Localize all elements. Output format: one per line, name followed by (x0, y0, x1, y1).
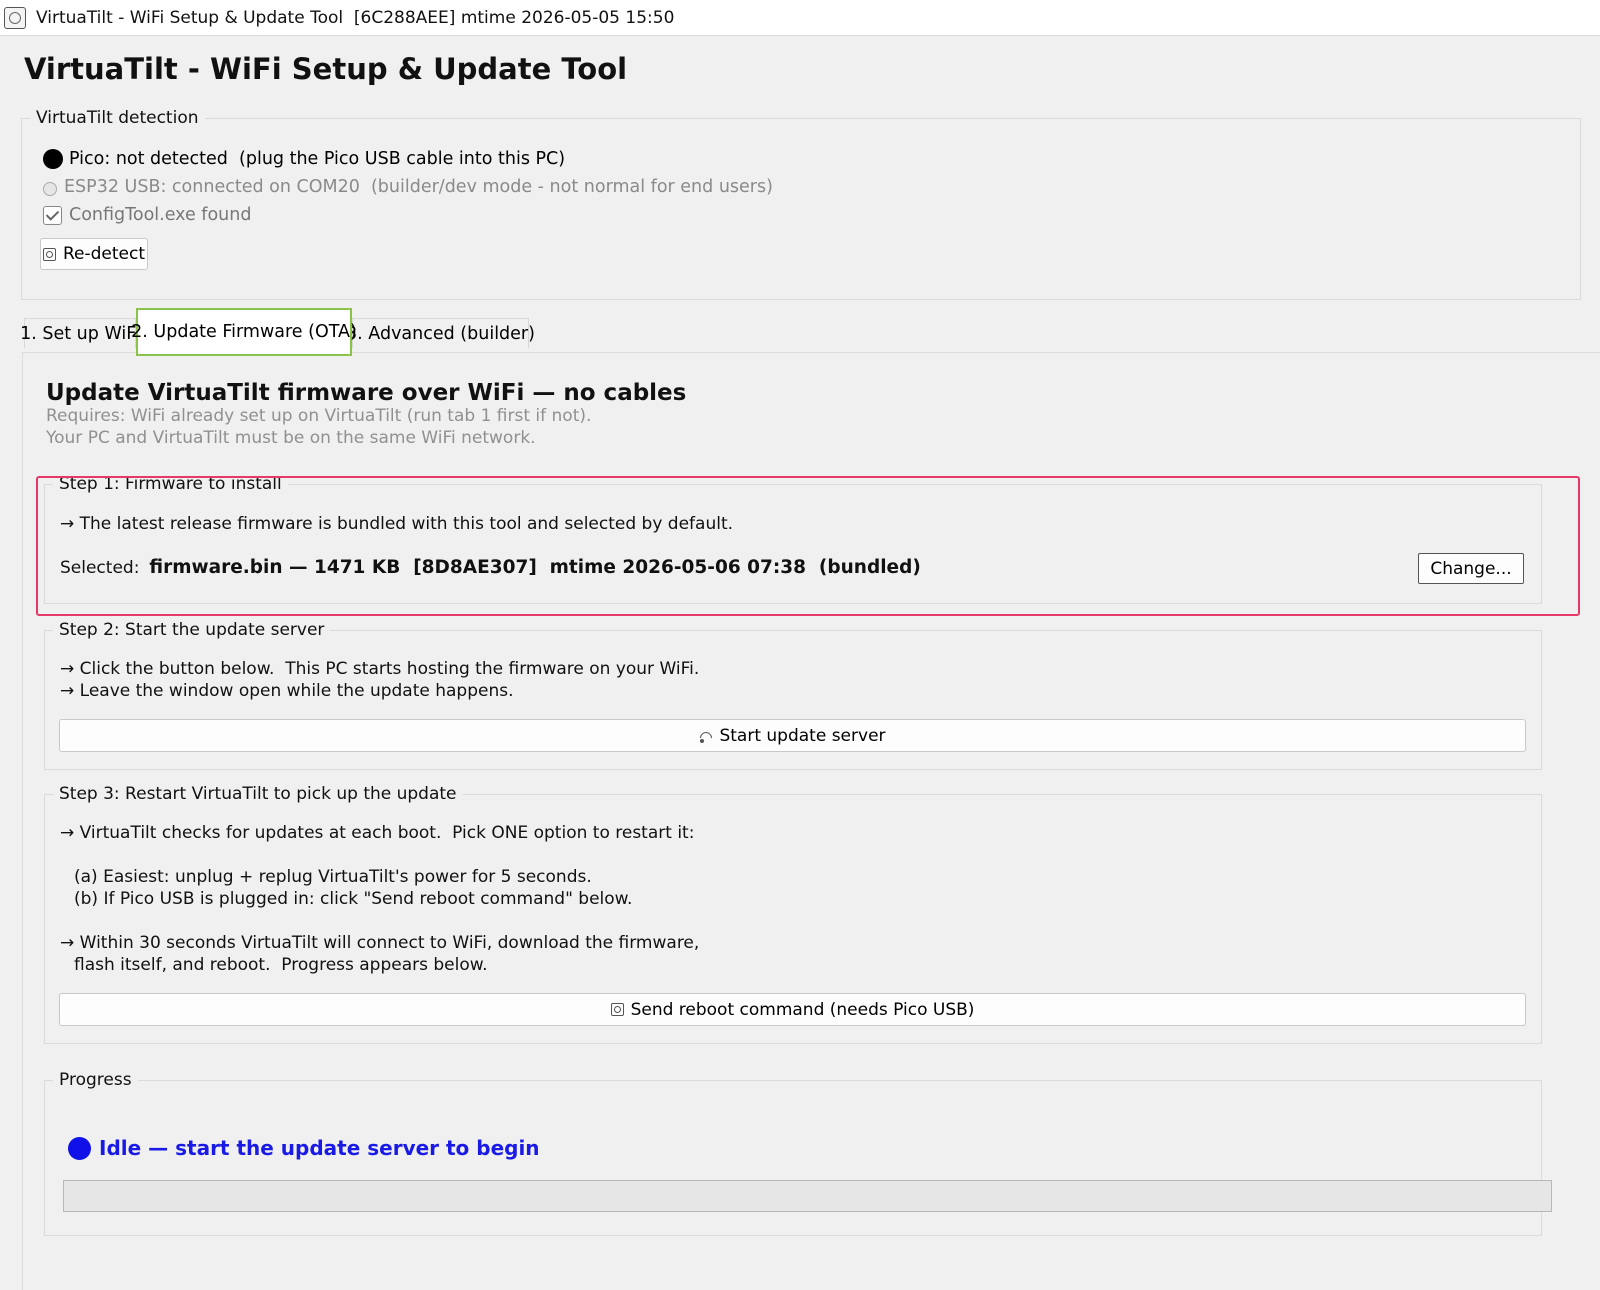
start-update-server-button[interactable]: Start update server (59, 719, 1526, 752)
pico-status-dot-icon (43, 149, 63, 169)
pico-status-row: Pico: not detected (plug the Pico USB ca… (43, 149, 565, 169)
tab-setup-wifi-label: 1. Set up WiFi (20, 323, 140, 344)
requires-line-1: Requires: WiFi already set up on VirtuaT… (46, 406, 592, 426)
tab-update-firmware-label: 2. Update Firmware (OTA) (131, 322, 357, 342)
step3-option-b: (b) If Pico USB is plugged in: click "Se… (74, 889, 633, 909)
esp32-status-dot-icon (43, 182, 57, 196)
step3-line-2: → Within 30 seconds VirtuaTilt will conn… (60, 933, 700, 953)
step3-legend: Step 3: Restart VirtuaTilt to pick up th… (59, 784, 457, 804)
app-icon (4, 6, 26, 29)
progress-status: Idle — start the update server to begin (68, 1136, 540, 1160)
step3-option-a: (a) Easiest: unplug + replug VirtuaTilt'… (74, 867, 592, 887)
checkbox-checked-icon (43, 205, 62, 225)
requires-line-2: Your PC and VirtuaTilt must be on the sa… (46, 428, 536, 448)
tab-advanced[interactable]: 3. Advanced (builder) (346, 318, 535, 348)
tab-update-firmware[interactable]: 2. Update Firmware (OTA) (131, 308, 357, 356)
reboot-icon (610, 1003, 624, 1016)
start-update-server-label: Start update server (719, 725, 886, 746)
step2-legend: Step 2: Start the update server (59, 620, 325, 640)
window-title: VirtuaTilt - WiFi Setup & Update Tool [6… (36, 7, 675, 28)
detection-group: VirtuaTilt detection (21, 108, 1581, 300)
progress-bar (63, 1180, 1552, 1212)
step3-line-1: → VirtuaTilt checks for updates at each … (60, 823, 695, 843)
status-dot-icon (68, 1136, 91, 1160)
detection-legend: VirtuaTilt detection (36, 108, 199, 128)
esp32-status-row: ESP32 USB: connected on COM20 (builder/d… (43, 177, 773, 197)
esp32-status-text: ESP32 USB: connected on COM20 (builder/d… (64, 177, 773, 197)
tab-advanced-label: 3. Advanced (builder) (346, 323, 535, 344)
progress-status-text: Idle — start the update server to begin (99, 1136, 540, 1160)
step2-line-1: → Click the button below. This PC starts… (60, 659, 700, 679)
pico-status-text: Pico: not detected (plug the Pico USB ca… (69, 149, 566, 169)
redetect-label: Re-detect (62, 244, 146, 264)
ota-heading: Update VirtuaTilt firmware over WiFi — n… (46, 380, 687, 406)
step3-line-3: flash itself, and reboot. Progress appea… (74, 955, 488, 975)
configtool-status-text: ConfigTool.exe found (69, 205, 252, 225)
step1-highlight-box (36, 476, 1580, 616)
send-reboot-button[interactable]: Send reboot command (needs Pico USB) (59, 993, 1526, 1026)
progress-legend: Progress (59, 1070, 132, 1090)
step2-line-2: → Leave the window open while the update… (60, 681, 514, 701)
configtool-status-row: ConfigTool.exe found (43, 205, 251, 225)
tab-setup-wifi[interactable]: 1. Set up WiFi (20, 318, 140, 348)
send-reboot-label: Send reboot command (needs Pico USB) (630, 999, 975, 1020)
redetect-button[interactable]: Re-detect (40, 238, 148, 270)
wifi-broadcast-icon (699, 728, 713, 744)
refresh-icon (42, 247, 56, 261)
window-titlebar: VirtuaTilt - WiFi Setup & Update Tool [6… (0, 0, 1600, 36)
app-heading: VirtuaTilt - WiFi Setup & Update Tool (24, 52, 628, 86)
